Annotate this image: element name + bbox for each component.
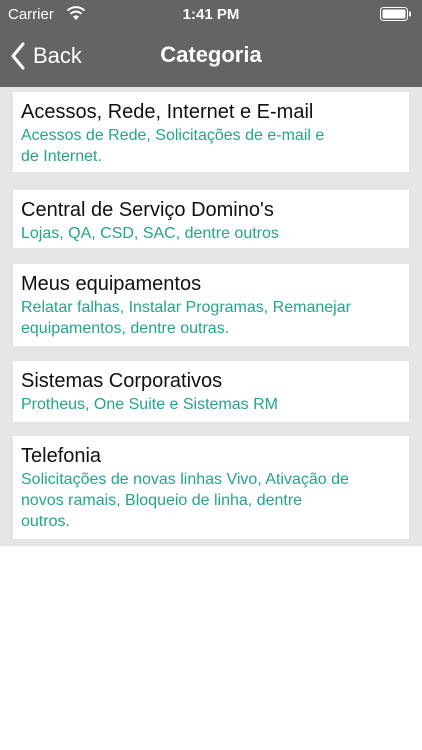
category-description: novos ramais, Bloqueio de linha, dentre xyxy=(21,492,303,509)
category-title: Sistemas Corporativos xyxy=(21,370,223,392)
category-item-acessos[interactable]: Acessos, Rede, Internet e E-mail Acessos… xyxy=(13,92,409,172)
category-description: de Internet. xyxy=(21,148,102,165)
category-item-sistemas-corporativos[interactable]: Sistemas Corporativos Protheus, One Suit… xyxy=(13,361,409,422)
category-title: Central de Serviço Domino's xyxy=(21,199,274,221)
page-title: Categoria xyxy=(160,42,262,67)
category-description: outros. xyxy=(21,513,70,530)
category-list: Acessos, Rede, Internet e E-mail Acessos… xyxy=(0,87,422,546)
category-title: Meus equipamentos xyxy=(21,273,202,295)
nav-bar: Back Categoria xyxy=(0,28,422,87)
category-title: Acessos, Rede, Internet e E-mail xyxy=(21,101,314,123)
category-item-telefonia[interactable]: Telefonia Solicitações de novas linhas V… xyxy=(13,436,409,539)
header: Carrier 1:41 PM Back Categoria xyxy=(0,0,422,87)
battery-icon xyxy=(380,7,411,21)
category-item-central-servico[interactable]: Central de Serviço Domino's Lojas, QA, C… xyxy=(13,190,409,248)
category-item-meus-equipamentos[interactable]: Meus equipamentos Relatar falhas, Instal… xyxy=(13,264,409,346)
category-description: equipamentos, dentre outras. xyxy=(21,320,230,337)
category-description: Lojas, QA, CSD, SAC, dentre outros xyxy=(21,225,279,242)
category-description: Protheus, One Suite e Sistemas RM xyxy=(21,396,278,413)
category-title: Telefonia xyxy=(21,445,102,467)
status-time: 1:41 PM xyxy=(182,6,240,23)
category-description: Relatar falhas, Instalar Programas, Rema… xyxy=(21,299,351,316)
category-description: Acessos de Rede, Solicitações de e-mail … xyxy=(21,127,325,144)
status-bar: Carrier 1:41 PM xyxy=(0,0,422,28)
category-description: Solicitações de novas linhas Vivo, Ativa… xyxy=(21,471,349,488)
